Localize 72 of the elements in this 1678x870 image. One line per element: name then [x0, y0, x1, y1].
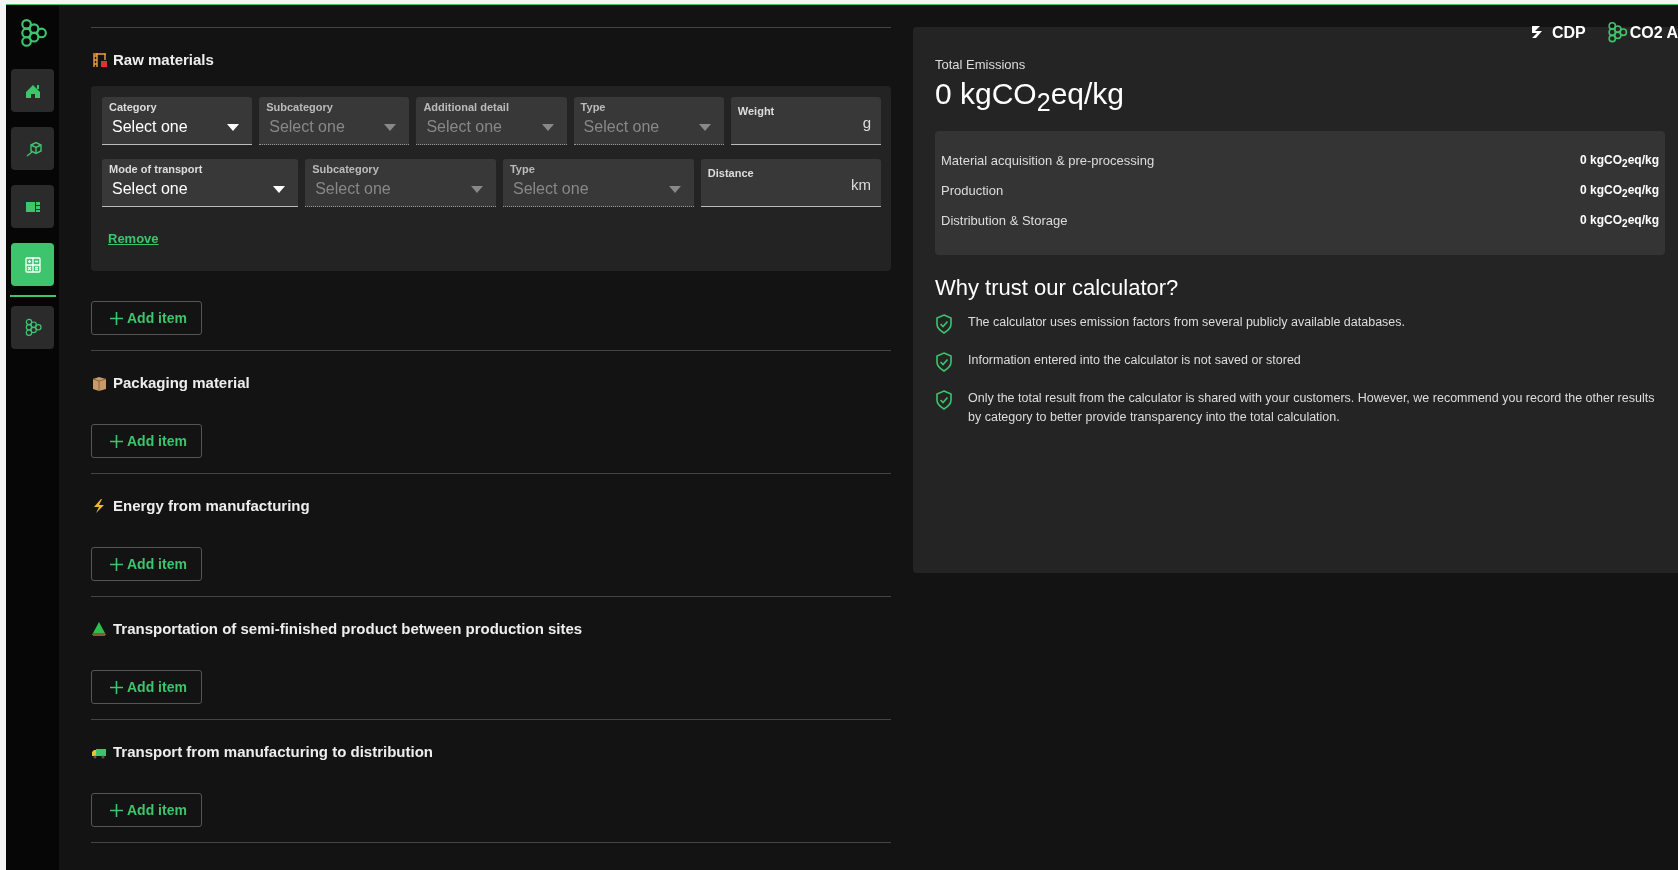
breakdown-value: 0 kgCO$_{2}$eq/kg — [1580, 213, 1659, 232]
unit-label: km — [851, 176, 871, 193]
sidebar-button[interactable] — [11, 127, 54, 170]
tree-icon — [91, 620, 107, 637]
add-item-button[interactable]: Add item — [91, 301, 202, 335]
field-placeholder: Select one — [314, 180, 391, 198]
logo-text: CDP — [1551, 24, 1586, 42]
sidebar-button[interactable] — [11, 185, 54, 228]
shield-check-icon — [935, 314, 953, 334]
breakdown-value: 0 kgCO$_{2}$eq/kg — [1580, 153, 1659, 172]
trust-heading: Why trust our calculator? — [935, 275, 1180, 301]
plus-icon — [110, 803, 123, 817]
trust-point: Information entered into the calculator is not saved or stored — [968, 352, 1301, 369]
calculator-icon — [22, 254, 43, 275]
field-label: Type — [509, 163, 536, 175]
breakdown-label: Production — [941, 183, 1004, 200]
section-title: Packaging material — [113, 374, 250, 391]
section-title: Transport from manufacturing to distribution — [113, 743, 433, 760]
section-title: Transportation of semi-finished product between production sites — [113, 620, 583, 637]
field-label: Additional detail — [423, 101, 510, 113]
plus-icon — [110, 311, 123, 325]
trust-point: The calculator uses emission factors from several publicly available databases. — [968, 314, 1405, 331]
trust-point: Only the total result from the calculator is shared with your customers. However, we recommend you record the other results by category to better provide transparency into the total calculation. — [968, 390, 1655, 426]
caret-icon — [273, 185, 286, 193]
breakdown-label: Distribution & Storage — [941, 213, 1068, 230]
plus-icon — [110, 680, 123, 694]
logo-text: CO2 A — [1629, 24, 1678, 42]
caret-icon — [470, 185, 483, 193]
field-label: Weight — [737, 105, 776, 117]
add-item-button[interactable]: Add item — [91, 424, 202, 458]
sidebar-button[interactable] — [11, 306, 54, 349]
field-placeholder: Select one — [582, 118, 660, 136]
unit-label: g — [862, 114, 871, 131]
dropdown-field[interactable]: Category Select one — [102, 97, 253, 145]
caret-icon — [384, 123, 397, 131]
field-placeholder: Select one — [268, 118, 345, 136]
caret-icon — [541, 123, 554, 131]
breakdown-value: 0 kgCO$_{2}$eq/kg — [1580, 183, 1659, 202]
section-title: Raw materials — [113, 51, 214, 68]
field-placeholder: Select one — [425, 118, 502, 136]
total-value: 0 kgCO$_{2}$eq/kg — [935, 77, 1125, 117]
lightning-icon — [91, 497, 107, 514]
field-label: Subcategory — [266, 101, 334, 113]
field-label: Distance — [707, 167, 755, 179]
plus-icon — [110, 434, 123, 448]
field-label: Category — [109, 101, 158, 113]
remove-link[interactable]: Remove — [108, 231, 159, 246]
breakdown-label: Material acquisition & pre-processing — [941, 153, 1155, 170]
caret-icon — [668, 185, 681, 193]
add-item-button[interactable]: Add item — [91, 670, 202, 704]
shield-check-icon — [935, 390, 953, 410]
number-field[interactable]: Weight g — [730, 97, 881, 145]
field-placeholder: Select one — [111, 180, 188, 198]
crane-icon — [91, 51, 107, 68]
section-title: Energy from manufacturing — [113, 497, 310, 514]
number-field[interactable]: Distance km — [700, 159, 881, 207]
field-label: Subcategory — [312, 163, 380, 175]
caret-icon — [698, 123, 711, 131]
field-label: Type — [580, 101, 607, 113]
total-label: Total Emissions — [935, 57, 1027, 72]
sidebar-button[interactable] — [11, 69, 54, 112]
add-item-button[interactable]: Add item — [91, 793, 202, 827]
caret-icon — [227, 123, 240, 131]
dropdown-field[interactable]: Mode of transport Select one — [102, 159, 299, 207]
logo-icon — [1605, 21, 1628, 45]
add-item-button[interactable]: Add item — [91, 547, 202, 581]
plus-icon — [110, 557, 123, 571]
field-placeholder: Select one — [111, 118, 188, 136]
field-label: Mode of transport — [109, 163, 204, 175]
box-icon — [91, 374, 107, 391]
shield-check-icon — [935, 352, 953, 372]
field-placeholder: Select one — [511, 180, 589, 198]
